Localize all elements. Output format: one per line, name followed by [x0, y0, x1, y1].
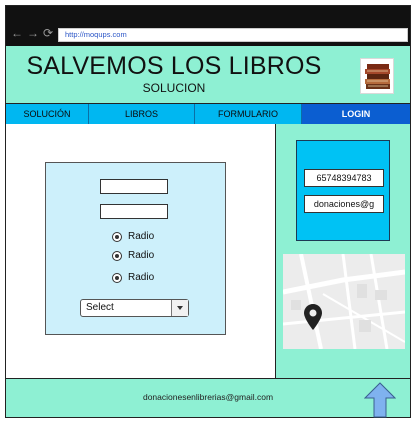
- arrow-right-icon[interactable]: →: [27, 27, 39, 39]
- form-input-2[interactable]: [100, 204, 168, 219]
- books-stack-icon: [360, 58, 394, 94]
- radio-selected-icon[interactable]: [112, 251, 122, 261]
- footer-email: donacionesenlibrerias@gmail.com: [142, 392, 274, 402]
- browser-toolbar: ← → ⟳ http://moqups.com: [6, 6, 410, 46]
- page-subtitle: SOLUCION: [142, 81, 206, 95]
- radio-selected-icon[interactable]: [112, 273, 122, 283]
- address-bar[interactable]: http://moqups.com: [58, 28, 408, 42]
- radio-label: Radio: [128, 272, 155, 283]
- chevron-down-icon[interactable]: [171, 300, 188, 316]
- phone-field[interactable]: 65748394783: [304, 169, 384, 187]
- reload-icon[interactable]: ⟳: [43, 27, 53, 39]
- main-nav: SOLUCIÓN LIBROS FORMULARIO LOGIN: [6, 104, 410, 124]
- main-content: Radio Radio Radio Select: [6, 124, 276, 378]
- arrow-left-icon[interactable]: ←: [11, 27, 23, 39]
- tab-login[interactable]: LOGIN: [302, 104, 410, 124]
- select-dropdown[interactable]: Select: [80, 299, 189, 317]
- map-pin-icon: [304, 304, 322, 330]
- radio-option-1[interactable]: Radio: [112, 231, 154, 243]
- tab-solucion[interactable]: SOLUCIÓN: [6, 104, 89, 124]
- radio-label: Radio: [128, 250, 155, 261]
- email-field[interactable]: donaciones@g: [304, 195, 384, 213]
- radio-option-2[interactable]: Radio: [112, 250, 154, 262]
- arrow-up-icon[interactable]: [364, 382, 396, 418]
- form-input-1[interactable]: [100, 179, 168, 194]
- sidebar: 65748394783 donaciones@g: [276, 124, 410, 378]
- login-form: Radio Radio Radio Select: [45, 162, 226, 335]
- browser-window: ← → ⟳ http://moqups.com SALVEMOS LOS LIB…: [5, 5, 411, 418]
- site-header: SALVEMOS LOS LIBROS SOLUCION: [6, 46, 410, 104]
- tab-libros[interactable]: LIBROS: [89, 104, 195, 124]
- select-value: Select: [86, 302, 114, 313]
- site-footer: donacionesenlibrerias@gmail.com: [6, 378, 410, 418]
- tab-formulario[interactable]: FORMULARIO: [195, 104, 302, 124]
- location-map[interactable]: [283, 254, 405, 349]
- radio-option-3[interactable]: Radio: [112, 272, 154, 284]
- contact-box: 65748394783 donaciones@g: [296, 140, 390, 241]
- radio-label: Radio: [128, 231, 155, 242]
- page-title: SALVEMOS LOS LIBROS: [26, 52, 322, 80]
- radio-selected-icon[interactable]: [112, 232, 122, 242]
